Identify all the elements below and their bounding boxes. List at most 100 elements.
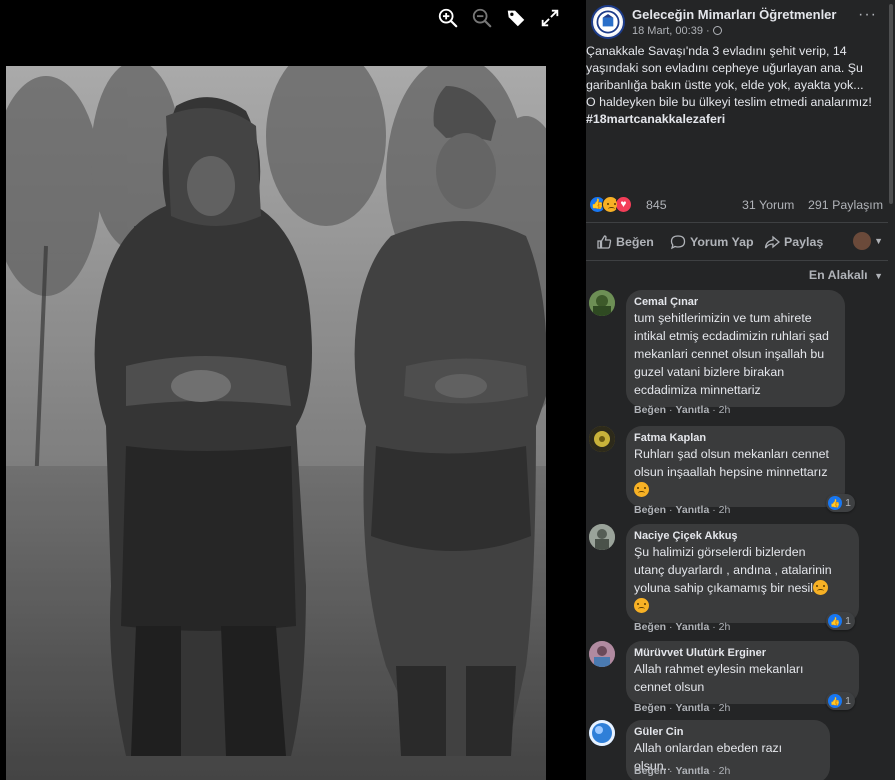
divider	[586, 222, 888, 223]
comment-like-button[interactable]: Beğen	[634, 621, 666, 633]
comment-line: cennet olsun	[634, 680, 705, 694]
comment-like-button[interactable]: Beğen	[634, 404, 666, 416]
comment-age[interactable]: 2h	[719, 504, 731, 516]
avatar[interactable]	[589, 641, 615, 667]
comment-author[interactable]: Naciye Çiçek Akkuş	[634, 529, 850, 543]
more-options-button[interactable]: ···	[858, 6, 877, 24]
like-reaction-icon: 👍	[828, 614, 843, 628]
comment-line: utanç duyarlardı , andına , atalarinin	[634, 563, 832, 577]
comment-reaction-count: 1	[845, 615, 851, 627]
chevron-down-icon: ▼	[874, 271, 883, 281]
comment-meta: Beğen · Yanıtla · 2h	[634, 702, 731, 714]
comment-age[interactable]: 2h	[719, 621, 731, 633]
avatar[interactable]	[589, 720, 615, 746]
comment-line: yoluna sahip çıkamamış bir nesil	[634, 581, 814, 595]
post-time-text: 18 Mart, 00:39 ·	[632, 25, 710, 37]
like-button-label: Beğen	[616, 235, 654, 249]
post-timestamp[interactable]: 18 Mart, 00:39 ·	[632, 25, 722, 37]
comment-reply-button[interactable]: Yanıtla	[675, 404, 709, 416]
zoom-in-icon[interactable]	[436, 6, 460, 30]
thumbs-up-icon	[597, 235, 612, 249]
comment-reaction-badge[interactable]: 👍 1	[826, 692, 855, 710]
comment-sort-dropdown[interactable]: En Alakalı ▼	[809, 268, 883, 282]
comment-author[interactable]: Fatma Kaplan	[634, 431, 836, 445]
comment-meta: Beğen · Yanıtla · 2h	[634, 504, 731, 516]
share-arrow-icon	[764, 235, 780, 249]
comment-age[interactable]: 2h	[719, 702, 731, 714]
post-text-paragraph-1: Çanakkale Savaşı'nda 3 evladını şehit ve…	[586, 44, 864, 92]
comment-line: Ruhları şad olsun mekanları cennet	[634, 447, 829, 461]
page-name[interactable]: Geleceğin Mimarları Öğretmenler	[632, 7, 836, 22]
chevron-down-icon: ▼	[874, 236, 883, 246]
comment-reaction-badge[interactable]: 👍 1	[826, 494, 855, 512]
post-sidebar: Geleceğin Mimarları Öğretmenler 18 Mart,…	[586, 0, 895, 780]
comment-reply-button[interactable]: Yanıtla	[675, 765, 709, 777]
post-header: Geleceğin Mimarları Öğretmenler 18 Mart,…	[586, 0, 895, 46]
comment-age[interactable]: 2h	[719, 404, 731, 416]
comment-like-button[interactable]: Beğen	[634, 702, 666, 714]
like-reaction-icon: 👍	[828, 694, 843, 708]
avatar	[853, 232, 872, 250]
post-text-paragraph-2: O haldeyken bile bu ülkeyi teslim etmedi…	[586, 95, 872, 109]
comment-line: Allah rahmet eylesin mekanları	[634, 662, 804, 676]
comment-button[interactable]: Yorum Yap	[670, 234, 754, 250]
comment-reply-button[interactable]: Yanıtla	[675, 504, 709, 516]
sad-emoji-icon	[634, 598, 649, 613]
comment-meta: Beğen · Yanıtla · 2h	[634, 621, 731, 633]
comment-reaction-count: 1	[845, 695, 851, 707]
comment-bubble: Mürüvvet Ulutürk Erginer Allah rahmet ey…	[626, 641, 859, 704]
hashtag-link[interactable]: #18martcanakkalezaferi	[586, 112, 725, 126]
comment-line: olsun inşaallah hepsine minnettarız	[634, 465, 828, 479]
comment-line: tum şehitlerimizin ve tum ahirete	[634, 311, 812, 325]
comment-reply-button[interactable]: Yanıtla	[675, 621, 709, 633]
avatar[interactable]	[589, 290, 615, 316]
comment-author[interactable]: Güler Cin	[634, 725, 821, 739]
reaction-count[interactable]: 845	[646, 198, 667, 212]
reaction-icons[interactable]: 👍 ♥	[589, 196, 632, 213]
comment-text: Ruhları şad olsun mekanları cennet olsun…	[634, 445, 836, 499]
sad-emoji-icon	[634, 482, 649, 497]
sad-emoji-icon	[813, 580, 829, 595]
page-avatar[interactable]	[591, 5, 625, 39]
comment-meta: Beğen · Yanıtla · 2h	[634, 765, 731, 777]
comment-bubble: Fatma Kaplan Ruhları şad olsun mekanları…	[626, 426, 845, 507]
comment-reaction-badge[interactable]: 👍 1	[826, 612, 855, 630]
comment-text: Şu halimizi görselerdi bizlerden utanç d…	[634, 543, 850, 615]
share-button[interactable]: Paylaş	[764, 234, 823, 250]
avatar[interactable]	[589, 426, 615, 452]
globe-icon	[712, 26, 722, 35]
tag-icon[interactable]	[504, 6, 528, 30]
post-as-selector[interactable]: ▼	[853, 232, 883, 250]
comment-bubble: Cemal Çınar tum şehitlerimizin ve tum ah…	[626, 290, 845, 407]
comment-like-button[interactable]: Beğen	[634, 504, 666, 516]
post-actions: Beğen Yorum Yap Paylaş ▼	[586, 230, 895, 256]
post-stats: 👍 ♥ 845 31 Yorum 291 Paylaşım	[586, 196, 895, 216]
comment-line: ecdadimiza minnettariz	[634, 383, 761, 397]
comment-author[interactable]: Cemal Çınar	[634, 295, 836, 309]
comment-count[interactable]: 31 Yorum	[742, 198, 794, 212]
like-reaction-icon: 👍	[828, 496, 843, 510]
fullscreen-icon[interactable]	[538, 6, 562, 30]
comment-bubble: Naciye Çiçek Akkuş Şu halimizi görselerd…	[626, 524, 859, 623]
comment-text: tum şehitlerimizin ve tum ahirete intika…	[634, 309, 836, 399]
comment-like-button[interactable]: Beğen	[634, 765, 666, 777]
share-count[interactable]: 291 Paylaşım	[808, 198, 883, 212]
comment-icon	[670, 235, 686, 250]
love-reaction-icon: ♥	[615, 196, 632, 213]
share-button-label: Paylaş	[784, 235, 824, 249]
comment-reply-button[interactable]: Yanıtla	[675, 702, 709, 714]
comment-reaction-count: 1	[845, 497, 851, 509]
comment-meta: Beğen · Yanıtla · 2h	[634, 404, 731, 416]
sort-label: En Alakalı	[808, 268, 868, 282]
photo-viewer	[0, 0, 586, 780]
comment-line: mekanlari cennet olsun inşallah bu	[634, 347, 825, 361]
zoom-out-icon[interactable]	[470, 6, 494, 30]
comment-line: guzel vatani bizlere birakan	[634, 365, 785, 379]
like-button[interactable]: Beğen	[596, 234, 654, 250]
comment-author[interactable]: Mürüvvet Ulutürk Erginer	[634, 646, 850, 660]
avatar[interactable]	[589, 524, 615, 550]
comment-button-label: Yorum Yap	[690, 235, 754, 249]
comment-age[interactable]: 2h	[719, 765, 731, 777]
comment-line: Şu halimizi görselerdi bizlerden	[634, 545, 806, 559]
comment-text: Allah rahmet eylesin mekanları cennet ol…	[634, 660, 850, 696]
